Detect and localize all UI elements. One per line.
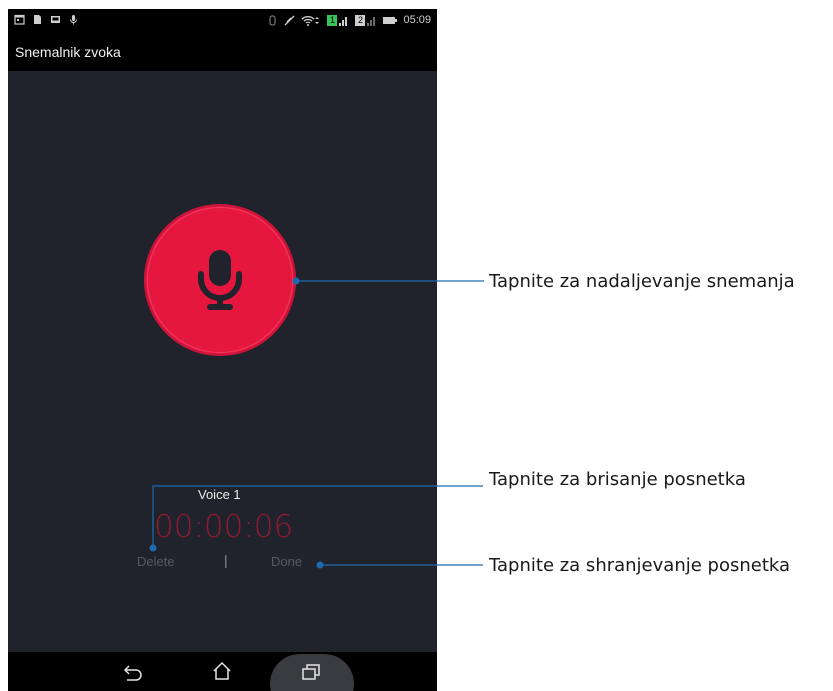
annotation-save: Tapnite za shranjevanje posnetka [489, 555, 791, 576]
annotation-resume: Tapnite za nadaljevanje snemanja [489, 271, 795, 292]
annotation-delete: Tapnite za brisanje posnetka [489, 469, 746, 490]
callout-lines [149, 277, 484, 569]
